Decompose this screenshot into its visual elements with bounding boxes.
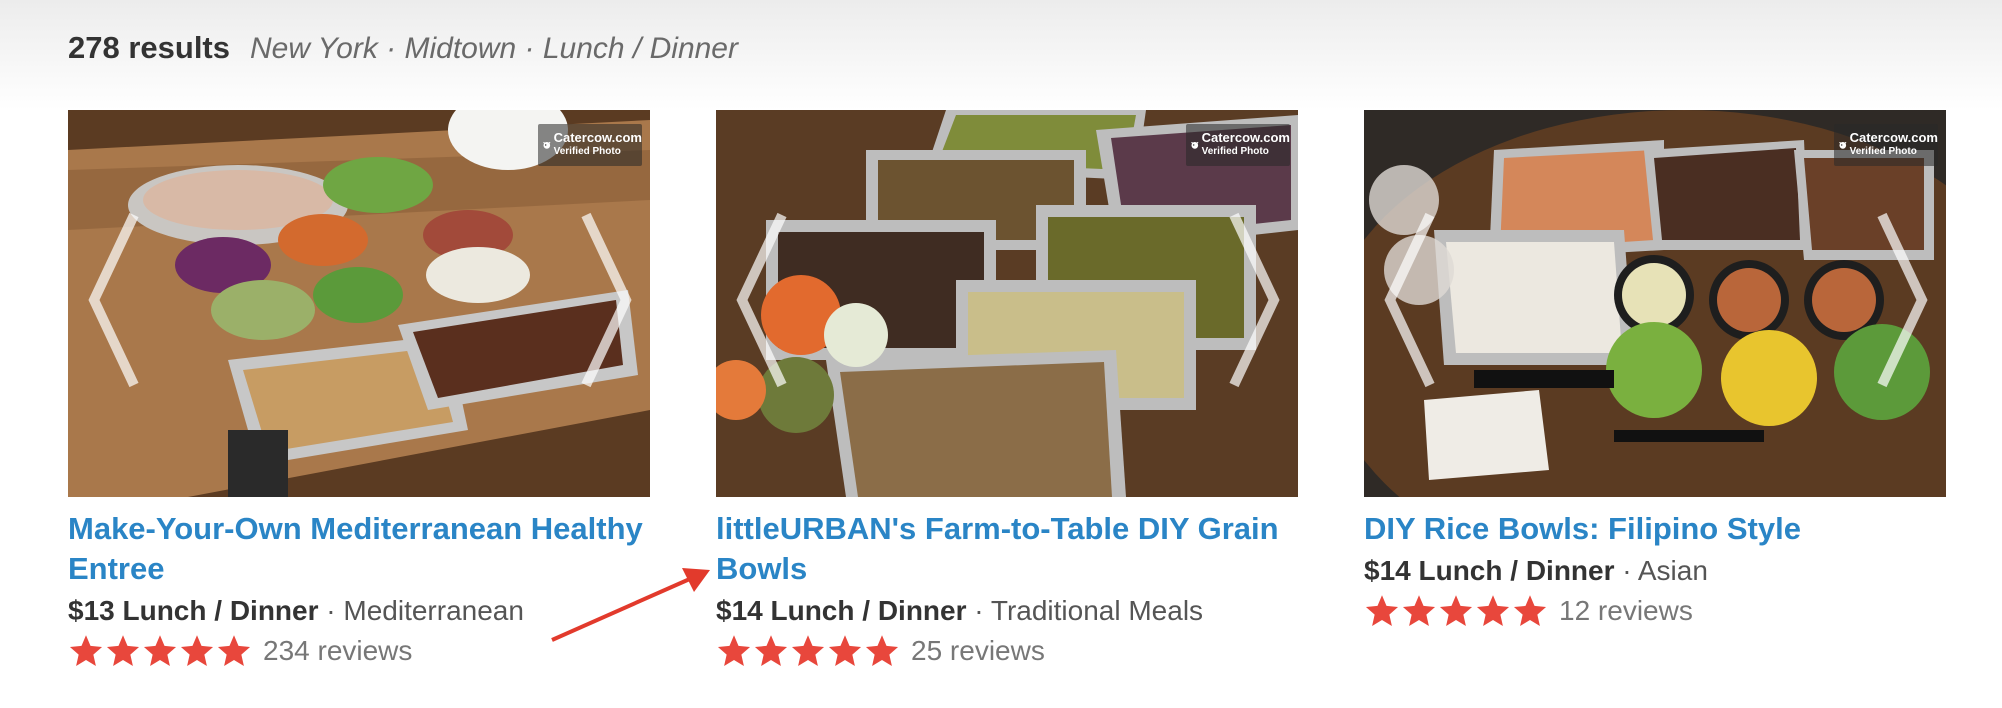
star-icon (1513, 595, 1547, 626)
badge-subtitle: Verified Photo (553, 146, 621, 157)
star-icon (717, 635, 751, 666)
meta-separator: · (966, 595, 991, 626)
catercow-logo-icon (543, 141, 551, 149)
food-photo (68, 110, 650, 497)
star-rating (716, 633, 901, 669)
card-meta: $14 Lunch / Dinner · Traditional Meals (716, 591, 1298, 631)
carousel-next-button[interactable] (578, 210, 634, 390)
star-rating (1364, 593, 1549, 629)
chevron-left-icon (1384, 212, 1435, 388)
carousel-prev-button[interactable] (1382, 210, 1438, 390)
card-cuisine: Asian (1637, 555, 1708, 586)
catercow-logo-icon (1191, 141, 1199, 149)
card-rating[interactable]: 12 reviews (1364, 591, 1946, 631)
verified-photo-badge: Catercow.com Verified Photo (538, 124, 642, 166)
active-filters: New York · Midtown · Lunch / Dinner (250, 32, 738, 65)
card-price: $14 Lunch / Dinner (1364, 555, 1615, 586)
badge-brand: Catercow.com (1849, 130, 1938, 145)
star-icon (1439, 595, 1473, 626)
carousel-prev-button[interactable] (86, 210, 142, 390)
verified-photo-badge: Catercow.com Verified Photo (1834, 124, 1938, 166)
star-icon (1476, 595, 1510, 626)
chevron-left-icon (88, 212, 139, 388)
star-icon (791, 635, 825, 666)
star-icon (180, 635, 214, 666)
card-price: $14 Lunch / Dinner (716, 595, 967, 626)
badge-brand: Catercow.com (1201, 130, 1290, 145)
star-icon (1365, 595, 1399, 626)
card-price: $13 Lunch / Dinner (68, 595, 319, 626)
card-title-link[interactable]: littleURBAN's Farm-to-Table DIY Grain Bo… (716, 509, 1298, 589)
card-cuisine: Traditional Meals (990, 595, 1204, 626)
star-icon (1402, 595, 1436, 626)
chevron-right-icon (581, 212, 632, 388)
carousel-next-button[interactable] (1226, 210, 1282, 390)
catering-card[interactable]: Catercow.com Verified Photo littleURBAN'… (716, 110, 1298, 671)
food-photo (716, 110, 1298, 497)
results-count: 278 results (68, 30, 230, 65)
chevron-right-icon (1877, 212, 1928, 388)
card-title-link[interactable]: DIY Rice Bowls: Filipino Style (1364, 509, 1946, 549)
card-photo[interactable]: Catercow.com Verified Photo (1364, 110, 1946, 497)
star-icon (69, 635, 103, 666)
star-rating (68, 633, 253, 669)
star-icon (865, 635, 899, 666)
star-icon (217, 635, 251, 666)
meta-separator: · (318, 595, 344, 626)
review-count[interactable]: 25 reviews (911, 635, 1045, 667)
badge-brand: Catercow.com (553, 130, 642, 145)
food-photo (1364, 110, 1946, 497)
star-icon (828, 635, 862, 666)
annotation-arrow-icon (551, 568, 710, 642)
catering-card[interactable]: Catercow.com Verified Photo DIY Rice Bow… (1364, 110, 1946, 631)
verified-photo-badge: Catercow.com Verified Photo (1186, 124, 1290, 166)
card-photo[interactable]: Catercow.com Verified Photo (68, 110, 650, 497)
badge-subtitle: Verified Photo (1849, 146, 1917, 157)
review-count[interactable]: 12 reviews (1559, 595, 1693, 627)
badge-subtitle: Verified Photo (1201, 146, 1269, 157)
review-count[interactable]: 234 reviews (263, 635, 412, 667)
meta-separator: · (1614, 555, 1638, 586)
card-photo[interactable]: Catercow.com Verified Photo (716, 110, 1298, 497)
carousel-next-button[interactable] (1874, 210, 1930, 390)
card-cuisine: Mediterranean (343, 595, 524, 626)
star-icon (143, 635, 177, 666)
results-summary: 278 results New York · Midtown · Lunch /… (68, 30, 738, 74)
chevron-right-icon (1229, 212, 1280, 388)
star-icon (754, 635, 788, 666)
carousel-prev-button[interactable] (734, 210, 790, 390)
card-meta: $14 Lunch / Dinner · Asian (1364, 551, 1946, 591)
catercow-logo-icon (1839, 141, 1847, 149)
chevron-left-icon (736, 212, 787, 388)
star-icon (106, 635, 140, 666)
card-rating[interactable]: 25 reviews (716, 631, 1298, 671)
